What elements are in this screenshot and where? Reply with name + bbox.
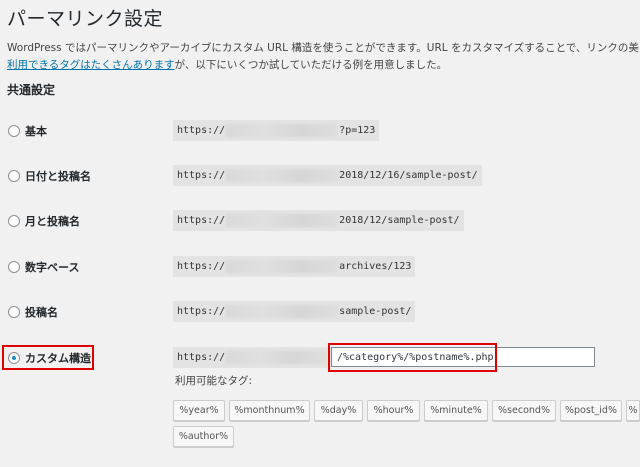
option-month-name[interactable]: 月と投稿名 https:// 2018/12/sample-post/ — [0, 209, 640, 233]
intro-line-2: 利用できるタグはたくさんありますが、以下にいくつか試していただける例を用意しまし… — [7, 57, 640, 74]
tag-year-button[interactable]: %year% — [173, 400, 225, 421]
option-label: 日付と投稿名 — [25, 170, 91, 183]
radio-post-name[interactable] — [8, 306, 20, 318]
blurred-domain — [226, 214, 339, 227]
url-suffix: sample-post/ — [339, 306, 412, 317]
url-prefix: https:// — [177, 215, 226, 226]
intro-text: WordPress ではパーマリンクやアーカイブにカスタム URL 構造を使うこ… — [7, 40, 640, 74]
intro-line-2-rest: が、以下にいくつか試していただける例を用意しました。 — [174, 59, 448, 71]
url-prefix: https:// — [177, 306, 226, 317]
tag-post-id-button[interactable]: %post_id% — [560, 400, 622, 421]
radio-numeric[interactable] — [8, 261, 20, 273]
blurred-domain — [226, 260, 339, 273]
intro-line-1: WordPress ではパーマリンクやアーカイブにカスタム URL 構造を使うこ… — [7, 42, 640, 54]
tag-second-button[interactable]: %second% — [492, 400, 556, 421]
blurred-domain — [226, 351, 327, 364]
radio-custom-structure[interactable] — [8, 352, 20, 364]
available-tags-link[interactable]: 利用できるタグはたくさんあります — [7, 59, 175, 71]
option-post-name[interactable]: 投稿名 https:// sample-post/ — [0, 300, 640, 324]
option-label: 基本 — [25, 125, 47, 138]
page-title: パーマリンク設定 — [7, 8, 164, 30]
tag-hour-button[interactable]: %hour% — [367, 400, 420, 421]
tag-monthnum-button[interactable]: %monthnum% — [229, 400, 310, 421]
option-label: カスタム構造 — [25, 352, 91, 365]
sample-url: https:// archives/123 — [173, 256, 416, 277]
sample-url: https:// ?p=123 — [173, 120, 380, 141]
sample-url: https:// 2018/12/16/sample-post/ — [173, 165, 482, 186]
custom-structure-input[interactable] — [331, 347, 595, 367]
option-label: 投稿名 — [25, 306, 58, 319]
sample-url: https:// 2018/12/sample-post/ — [173, 210, 464, 231]
url-suffix: 2018/12/sample-post/ — [339, 215, 460, 226]
available-tags-label: 利用可能なタグ: — [175, 375, 253, 387]
url-suffix: archives/123 — [339, 261, 412, 272]
url-prefix: https:// — [177, 170, 226, 181]
url-prefix: https:// — [177, 125, 226, 136]
radio-plain[interactable] — [8, 125, 20, 137]
option-label: 数字ベース — [25, 261, 80, 274]
radio-day-name[interactable] — [8, 170, 20, 182]
radio-month-name[interactable] — [8, 215, 20, 227]
sample-url: https:// — [173, 347, 332, 368]
blurred-domain — [226, 124, 339, 137]
option-label: 月と投稿名 — [25, 215, 80, 228]
url-prefix: https:// — [177, 352, 226, 363]
blurred-domain — [226, 169, 339, 182]
tag-day-button[interactable]: %day% — [314, 400, 363, 421]
url-suffix: 2018/12/16/sample-post/ — [339, 170, 478, 181]
sample-url: https:// sample-post/ — [173, 301, 416, 322]
url-prefix: https:// — [177, 261, 226, 272]
blurred-domain — [226, 305, 339, 318]
tag-author-button[interactable]: %author% — [173, 426, 234, 447]
url-suffix: ?p=123 — [339, 125, 376, 136]
tag-minute-button[interactable]: %minute% — [424, 400, 488, 421]
section-title: 共通設定 — [7, 83, 56, 97]
tag-truncated-button[interactable]: % — [626, 400, 640, 421]
option-day-name[interactable]: 日付と投稿名 https:// 2018/12/16/sample-post/ — [0, 164, 640, 188]
option-plain[interactable]: 基本 https:// ?p=123 — [0, 119, 640, 143]
option-numeric[interactable]: 数字ベース https:// archives/123 — [0, 255, 640, 279]
